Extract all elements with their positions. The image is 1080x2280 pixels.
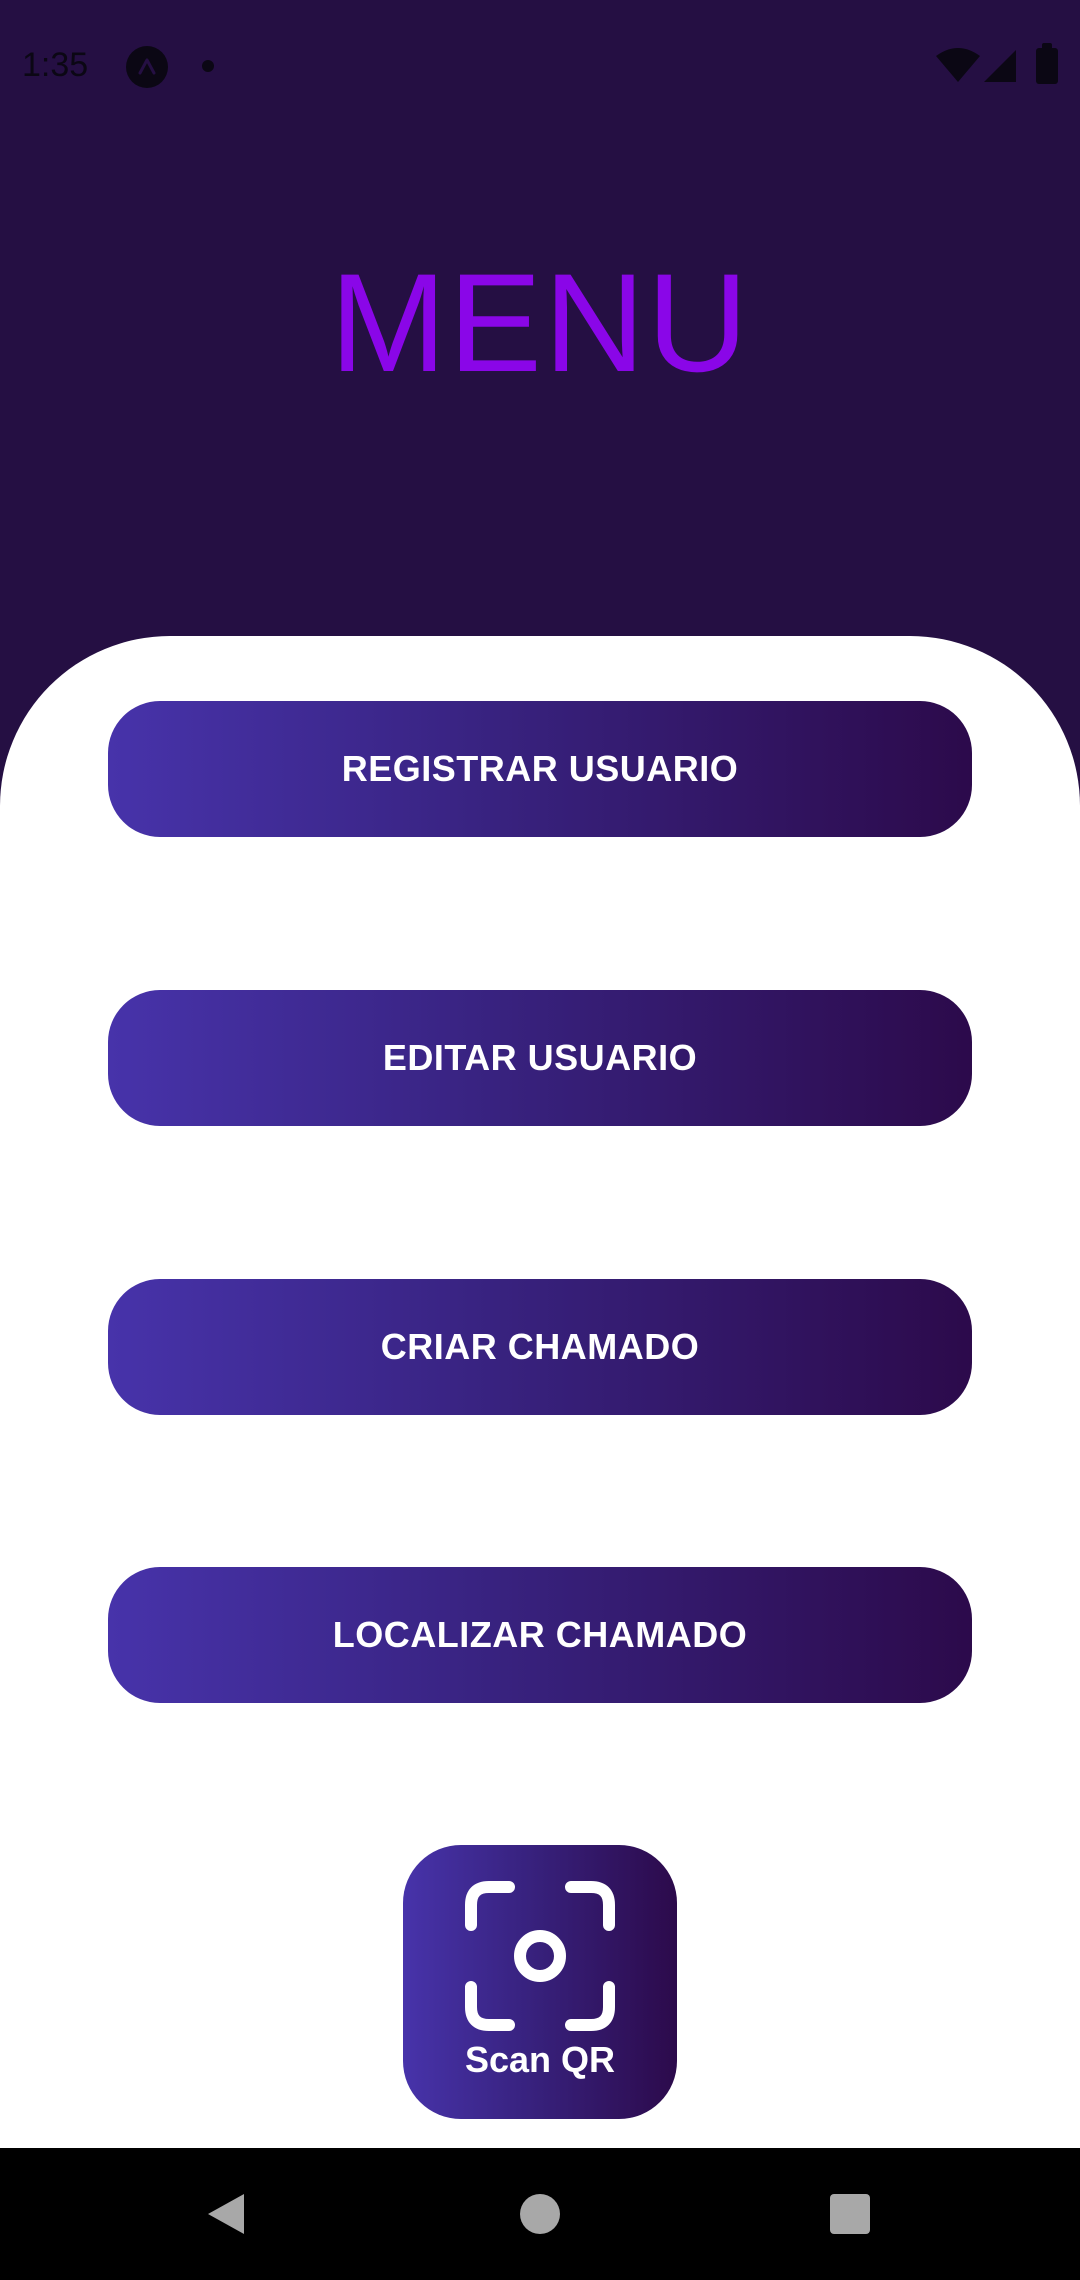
scan-qr-button[interactable]: Scan QR <box>403 1845 677 2119</box>
recents-icon[interactable] <box>830 2194 870 2234</box>
locate-ticket-button[interactable]: LOCALIZAR CHAMADO <box>108 1567 972 1703</box>
create-ticket-button[interactable]: CRIAR CHAMADO <box>108 1279 972 1415</box>
page-title: MENU <box>329 244 751 401</box>
system-nav-bar <box>0 2148 1080 2280</box>
home-icon[interactable] <box>520 2194 560 2234</box>
app-notification-icon <box>126 46 168 88</box>
qr-scan-icon <box>465 1881 615 2031</box>
scan-qr-label: Scan QR <box>464 2039 616 2080</box>
wifi-icon <box>936 48 980 89</box>
header-area: 1:35 MENU <box>0 0 1080 700</box>
status-bar: 1:35 <box>0 0 1080 136</box>
notification-dot-icon <box>202 60 214 72</box>
battery-icon <box>1036 43 1058 84</box>
signal-icon <box>982 48 1018 89</box>
edit-user-button[interactable]: EDITAR USUARIO <box>108 990 972 1126</box>
back-icon[interactable] <box>204 2190 248 2243</box>
status-time: 1:35 <box>22 46 89 84</box>
register-user-button[interactable]: REGISTRAR USUARIO <box>108 701 972 837</box>
screen: 1:35 MENU REGISTRAR USUARIO EDITAR USUAR… <box>0 0 1080 2280</box>
